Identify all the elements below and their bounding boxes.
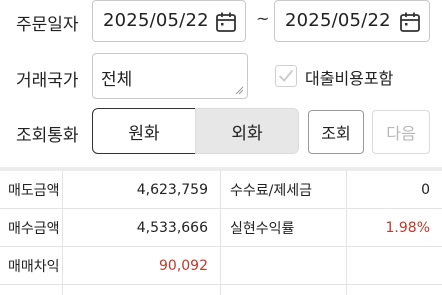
resize-handle-icon	[235, 86, 244, 95]
realized-return-value: 1.98%	[385, 220, 430, 236]
next-button[interactable]: 다음	[372, 110, 430, 154]
country-label: 거래국가	[16, 71, 79, 91]
calendar-icon[interactable]	[399, 11, 421, 33]
column-divider	[220, 171, 221, 295]
loan-cost-checkbox[interactable]	[275, 65, 297, 87]
fees-taxes-value: 0	[421, 182, 430, 198]
query-button[interactable]: 조회	[308, 110, 364, 154]
table-row: 매도금액 4,623,759 수수료/제세금 0	[0, 171, 442, 209]
calendar-icon[interactable]	[215, 11, 237, 33]
order-date-label: 주문일자	[16, 15, 79, 35]
realized-return-label: 실현수익률	[230, 221, 295, 237]
currency-foreign-button[interactable]: 외화	[195, 108, 299, 154]
buy-amount-value: 4,533,666	[136, 220, 208, 236]
trade-profit-value: 90,092	[159, 258, 208, 274]
table-row: 매수금액 4,533,666 실현수익률 1.98%	[0, 209, 442, 247]
date-to-field[interactable]: 2025/05/22	[274, 0, 430, 42]
country-value: 전체	[101, 70, 133, 90]
checkmark-icon	[278, 69, 294, 82]
currency-label: 조회통화	[16, 126, 79, 146]
sell-amount-label: 매도금액	[8, 183, 60, 199]
table-row: 매매차익 90,092	[0, 247, 442, 285]
currency-krw-button[interactable]: 원화	[92, 108, 196, 154]
date-range-separator: ~	[256, 9, 270, 28]
loan-cost-label[interactable]: 대출비용포함	[305, 65, 393, 89]
date-from-value: 2025/05/22	[103, 10, 209, 31]
date-to-value: 2025/05/22	[285, 10, 391, 31]
sell-amount-value: 4,623,759	[136, 182, 208, 198]
trade-profit-label: 매매차익	[8, 259, 60, 275]
buy-amount-label: 매수금액	[8, 221, 60, 237]
column-divider	[346, 171, 347, 295]
fees-taxes-label: 수수료/제세금	[230, 183, 312, 199]
date-from-field[interactable]: 2025/05/22	[92, 0, 246, 42]
column-divider	[62, 171, 63, 295]
country-select[interactable]: 전체	[92, 53, 248, 99]
